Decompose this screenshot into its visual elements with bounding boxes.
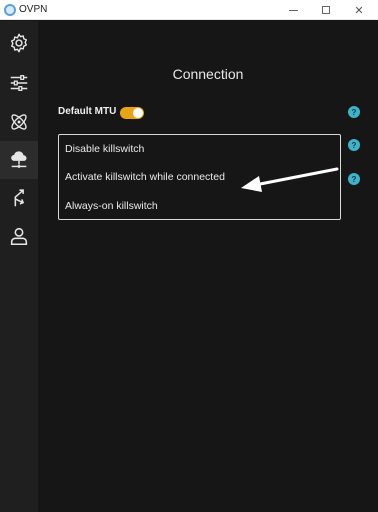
window-title: OVPN (19, 4, 48, 15)
killswitch-help-icon[interactable]: ? (348, 139, 360, 151)
main-panel: Connection Default MTU ? ? ? Disable kil… (38, 21, 378, 512)
default-mtu-label: Default MTU (58, 106, 117, 117)
sidebar (0, 21, 38, 512)
minimize-icon (288, 9, 298, 11)
sidebar-item-split-tunnel[interactable] (0, 179, 38, 217)
split-route-icon (14, 189, 25, 207)
close-button[interactable]: ✕ (342, 0, 376, 20)
minimize-button[interactable] (276, 0, 310, 20)
app-logo-icon (4, 4, 16, 16)
sidebar-item-account[interactable] (0, 217, 38, 255)
toggle-knob (133, 108, 143, 118)
killswitch-option-help-icon[interactable]: ? (348, 173, 360, 185)
maximize-icon (322, 6, 330, 14)
sidebar-item-connection[interactable] (0, 141, 38, 179)
option-always-on-killswitch[interactable]: Always-on killswitch (59, 192, 340, 220)
sliders-icon (10, 75, 28, 91)
sidebar-item-preferences[interactable] (0, 64, 38, 102)
mtu-help-icon[interactable]: ? (348, 106, 360, 118)
sidebar-item-advanced[interactable] (0, 103, 38, 141)
maximize-button[interactable] (309, 0, 343, 20)
user-icon (10, 227, 28, 246)
gear-icon (10, 33, 28, 53)
network-tree-icon (11, 151, 27, 168)
option-disable-killswitch[interactable]: Disable killswitch (59, 135, 340, 163)
close-icon: ✕ (354, 4, 364, 17)
title-bar: OVPN ✕ (0, 0, 378, 20)
atom-icon (11, 114, 27, 130)
sidebar-item-settings[interactable] (0, 24, 38, 62)
annotation-arrow-icon (241, 167, 339, 192)
page-title: Connection (172, 66, 244, 82)
default-mtu-toggle[interactable] (120, 107, 144, 119)
